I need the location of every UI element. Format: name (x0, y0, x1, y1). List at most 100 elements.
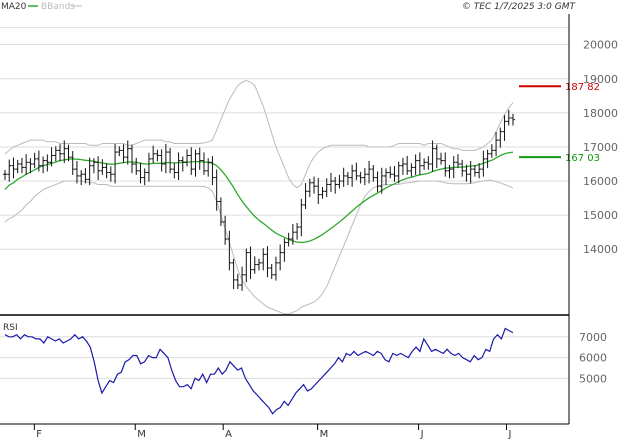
price-y-tick-label: 16000 (583, 175, 618, 188)
price-bar (142, 168, 147, 186)
price-bar (235, 273, 240, 290)
price-bar (384, 168, 388, 186)
rsi-series (4, 327, 514, 415)
bollinger-bands (4, 79, 514, 315)
price-panel: 20000190001800017000160001500014000 187 … (0, 27, 618, 315)
price-bar (189, 147, 194, 175)
price-bar (295, 222, 300, 240)
legend: MA20 BBands (1, 2, 82, 12)
price-bar (282, 238, 287, 262)
rsi-y-tick-label: 6000 (579, 352, 607, 365)
price-bar (163, 143, 168, 174)
rsi-gridlines (0, 336, 569, 379)
price-y-tick-label: 20000 (583, 39, 618, 52)
price-bar (388, 166, 393, 179)
price-bar (299, 198, 304, 237)
price-bar (265, 246, 270, 278)
price-bar (430, 140, 435, 172)
month-label: M (320, 429, 329, 440)
price-y-tick-label: 15000 (583, 209, 618, 222)
price-bar (261, 248, 266, 271)
price-bar (405, 155, 410, 175)
price-bar (511, 113, 515, 126)
price-bar (316, 177, 321, 204)
price-bar (248, 246, 253, 279)
month-label: F (36, 429, 42, 440)
stock-chart: MA20 BBands © TEC 1/7/2025 3:0 GMT 20000… (0, 2, 618, 440)
rsi-label: RSI (3, 323, 18, 333)
price-bar (146, 152, 151, 182)
price-bar (489, 144, 494, 158)
price-bar (201, 152, 206, 175)
legend-ma20-label: MA20 (1, 2, 27, 12)
price-bar (244, 248, 249, 283)
rsi-panel: 7000 6000 5000 RSI (0, 323, 607, 415)
price-bar (269, 263, 274, 279)
price-bar (79, 170, 84, 186)
price-y-tick-label: 18000 (583, 107, 618, 120)
price-bar (11, 157, 16, 179)
price-bar (354, 162, 359, 181)
price-bar (180, 156, 185, 172)
price-bar (455, 154, 460, 169)
price-bar (434, 144, 439, 169)
price-bar (273, 256, 278, 281)
price-bar (502, 115, 507, 141)
price-bar (400, 157, 405, 175)
price-bar (197, 147, 202, 170)
price-bar (439, 152, 444, 165)
price-series (3, 109, 515, 291)
rsi-y-tick-label: 5000 (579, 372, 607, 385)
price-bar (303, 183, 308, 209)
price-bar (74, 160, 79, 184)
price-bar (159, 149, 164, 172)
price-bar (104, 163, 109, 179)
price-bar (125, 140, 130, 165)
rsi-line (4, 327, 514, 415)
price-bar (53, 146, 58, 162)
copyright-timestamp: © TEC 1/7/2025 3:0 GMT (462, 2, 577, 12)
price-bar (278, 244, 283, 271)
price-y-tick-label: 17000 (583, 141, 618, 154)
price-bar (312, 176, 317, 194)
price-bar (358, 171, 363, 184)
price-bar (443, 152, 448, 177)
price-bar (333, 176, 338, 194)
price-bar (3, 170, 7, 181)
bb-lower-line (4, 179, 514, 315)
price-bar (206, 158, 211, 177)
price-y-tick-label: 14000 (583, 243, 618, 256)
price-bar (362, 168, 367, 186)
price-bar (472, 165, 477, 177)
price-bar (422, 158, 427, 170)
price-bar (345, 171, 350, 186)
price-bar (371, 165, 376, 182)
price-bar (155, 149, 160, 162)
price-bar (240, 266, 245, 291)
price-bar (117, 146, 122, 157)
price-bar (176, 152, 181, 181)
price-marker-label: 167 03 (565, 153, 600, 164)
price-bar (417, 152, 422, 175)
price-bar (367, 160, 372, 184)
price-bar (45, 154, 50, 172)
price-bar (19, 157, 24, 174)
price-bar (506, 109, 511, 126)
month-label: M (137, 429, 146, 440)
month-label: J (420, 429, 424, 440)
price-y-axis: 20000190001800017000160001500014000 (583, 39, 618, 257)
price-bar (185, 149, 190, 167)
chart-frame (0, 14, 570, 425)
price-bar (172, 162, 177, 179)
price-bar (460, 159, 465, 177)
price-bar (231, 258, 236, 290)
price-bar (32, 152, 37, 169)
rsi-y-tick-label: 7000 (579, 331, 607, 344)
price-bar (151, 145, 156, 163)
price-bar (24, 154, 29, 175)
price-bar (498, 127, 503, 148)
price-bar (108, 166, 113, 182)
price-bar (320, 187, 325, 199)
price-bar (494, 131, 499, 157)
price-bar (392, 166, 397, 182)
